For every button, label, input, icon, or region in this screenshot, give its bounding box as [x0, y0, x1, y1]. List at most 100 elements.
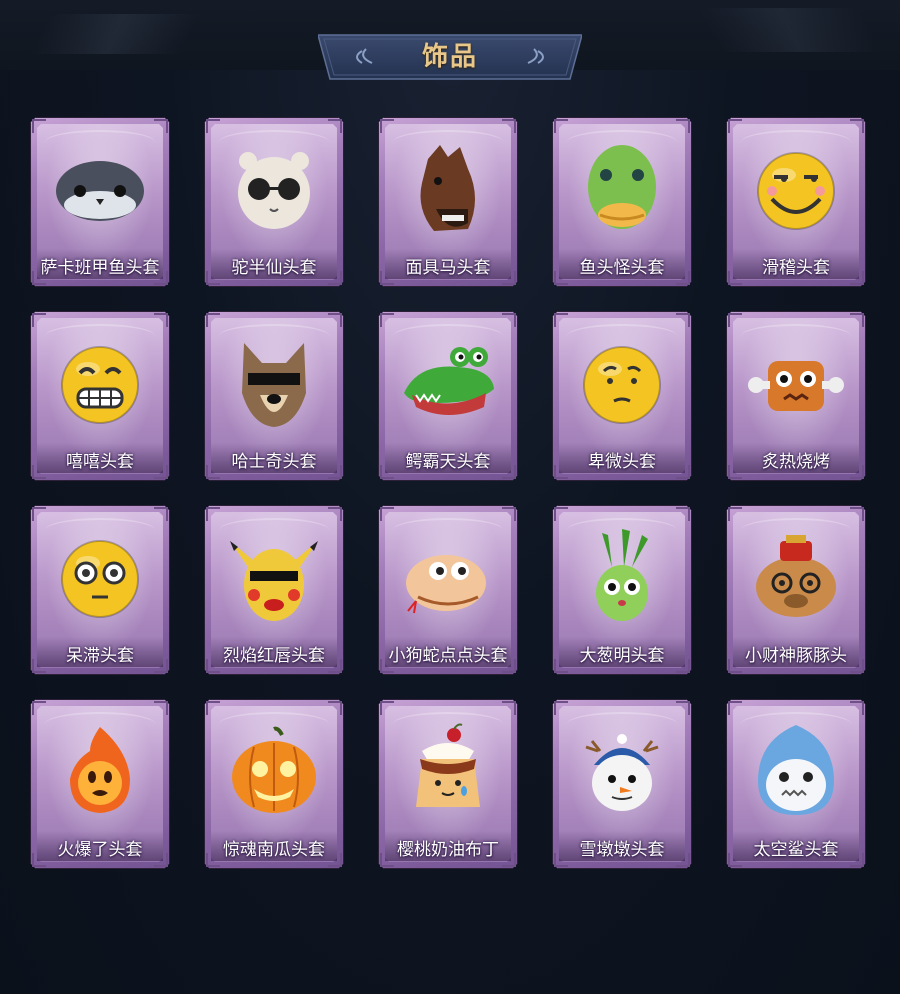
card-label: 小狗蛇点点头套 — [388, 646, 508, 666]
card-corner-ornament — [676, 507, 690, 521]
card-corner-ornament — [380, 507, 394, 521]
accessory-card[interactable]: 惊魂南瓜头套 — [204, 699, 344, 869]
card-corner-ornament — [32, 507, 46, 521]
card-label: 嘻嘻头套 — [66, 452, 134, 472]
accessory-card[interactable]: 樱桃奶油布丁 — [378, 699, 518, 869]
card-corner-ornament — [32, 119, 46, 133]
space-shark-head-icon — [758, 725, 834, 815]
card-corner-ornament — [328, 701, 342, 715]
card-corner-ornament — [154, 313, 168, 327]
card-corner-ornament — [502, 313, 516, 327]
card-corner-ornament — [154, 507, 168, 521]
funny-smile-emoji-icon — [757, 152, 835, 230]
capybara-fortune-head-icon — [756, 535, 836, 617]
card-corner-ornament — [502, 701, 516, 715]
accessories-page: 饰品 萨卡班甲鱼头套 驼半仙头套 面具马头套 鱼头怪头套 滑稽头套嘻嘻头套 哈士奇头套 鳄霸… — [0, 0, 900, 994]
card-corner-ornament — [850, 313, 864, 327]
card-corner-ornament — [554, 507, 568, 521]
card-corner-ornament — [154, 119, 168, 133]
fish-monster-head-icon — [588, 145, 656, 229]
accessory-card[interactable]: 鱼头怪头套 — [552, 117, 692, 287]
card-corner-ornament — [728, 313, 742, 327]
accessory-card[interactable]: 嘻嘻头套 — [30, 311, 170, 481]
husky-sunglasses-head-icon — [242, 343, 306, 427]
card-corner-ornament — [380, 313, 394, 327]
card-label: 萨卡班甲鱼头套 — [40, 258, 160, 278]
card-corner-ornament — [850, 119, 864, 133]
accessory-card[interactable]: 面具马头套 — [378, 117, 518, 287]
card-corner-ornament — [502, 119, 516, 133]
horse-mask-icon — [420, 145, 475, 231]
accessory-card[interactable]: 小狗蛇点点头套 — [378, 505, 518, 675]
card-corner-ornament — [380, 119, 394, 133]
alpaca-sunglasses-head-icon — [238, 152, 310, 229]
card-label: 鳄霸天头套 — [405, 452, 491, 472]
card-label: 滑稽头套 — [762, 258, 830, 278]
card-corner-ornament — [328, 507, 342, 521]
accessory-card[interactable]: 小财神豚豚头 — [726, 505, 866, 675]
card-corner-ornament — [206, 119, 220, 133]
card-corner-ornament — [554, 119, 568, 133]
accessory-card[interactable]: 鳄霸天头套 — [378, 311, 518, 481]
humble-emoji-icon — [583, 346, 661, 424]
accessory-card[interactable]: 烈焰红唇头套 — [204, 505, 344, 675]
card-label: 烈焰红唇头套 — [223, 646, 325, 666]
card-label: 炙热烧烤 — [762, 452, 830, 472]
yellow-mouse-sunglasses-icon — [230, 541, 318, 621]
card-corner-ornament — [380, 701, 394, 715]
card-corner-ornament — [328, 119, 342, 133]
cherry-pudding-head-icon — [416, 723, 480, 807]
card-label: 雪墩墩头套 — [579, 840, 665, 860]
scallion-head-icon — [596, 529, 648, 621]
card-corner-ornament — [728, 119, 742, 133]
accessory-card[interactable]: 哈士奇头套 — [204, 311, 344, 481]
snowman-reindeer-head-icon — [585, 734, 659, 811]
title-banner: 饰品 — [318, 33, 582, 81]
card-corner-ornament — [154, 701, 168, 715]
card-corner-ornament — [676, 119, 690, 133]
card-corner-ornament — [728, 701, 742, 715]
card-label: 卑微头套 — [588, 452, 656, 472]
snake-head-icon — [406, 555, 486, 614]
accessory-card[interactable]: 萨卡班甲鱼头套 — [30, 117, 170, 287]
accessory-card[interactable]: 火爆了头套 — [30, 699, 170, 869]
accessory-grid: 萨卡班甲鱼头套 驼半仙头套 面具马头套 鱼头怪头套 滑稽头套嘻嘻头套 哈士奇头套 鳄霸天头套… — [30, 117, 872, 869]
card-label: 惊魂南瓜头套 — [223, 840, 325, 860]
card-corner-ornament — [206, 507, 220, 521]
card-corner-ornament — [850, 507, 864, 521]
card-corner-ornament — [850, 701, 864, 715]
card-label: 呆滞头套 — [66, 646, 134, 666]
accessory-card[interactable]: 太空鲨头套 — [726, 699, 866, 869]
card-corner-ornament — [728, 507, 742, 521]
pumpkin-head-icon — [232, 726, 316, 813]
grin-emoji-icon — [61, 346, 139, 424]
card-corner-ornament — [676, 313, 690, 327]
card-label: 鱼头怪头套 — [579, 258, 665, 278]
card-corner-ornament — [32, 701, 46, 715]
card-label: 哈士奇头套 — [231, 452, 317, 472]
accessory-card[interactable]: 雪墩墩头套 — [552, 699, 692, 869]
card-label: 火爆了头套 — [57, 840, 143, 860]
card-corner-ornament — [206, 701, 220, 715]
card-label: 面具马头套 — [405, 258, 491, 278]
accessory-card[interactable]: 滑稽头套 — [726, 117, 866, 287]
roasted-meat-face-icon — [748, 361, 844, 411]
card-corner-ornament — [206, 313, 220, 327]
page-title: 饰品 — [421, 42, 478, 72]
crocodile-head-icon — [404, 347, 494, 415]
card-corner-ornament — [554, 313, 568, 327]
card-label: 樱桃奶油布丁 — [397, 840, 499, 860]
accessory-card[interactable]: 炙热烧烤 — [726, 311, 866, 481]
fire-sprite-head-icon — [70, 727, 130, 813]
card-corner-ornament — [676, 701, 690, 715]
dazed-emoji-icon — [61, 540, 139, 618]
accessory-card[interactable]: 大葱明头套 — [552, 505, 692, 675]
card-label: 驼半仙头套 — [231, 258, 317, 278]
accessory-card[interactable]: 呆滞头套 — [30, 505, 170, 675]
card-corner-ornament — [554, 701, 568, 715]
card-corner-ornament — [32, 313, 46, 327]
card-corner-ornament — [502, 507, 516, 521]
accessory-card[interactable]: 卑微头套 — [552, 311, 692, 481]
card-label: 大葱明头套 — [579, 646, 665, 666]
accessory-card[interactable]: 驼半仙头套 — [204, 117, 344, 287]
